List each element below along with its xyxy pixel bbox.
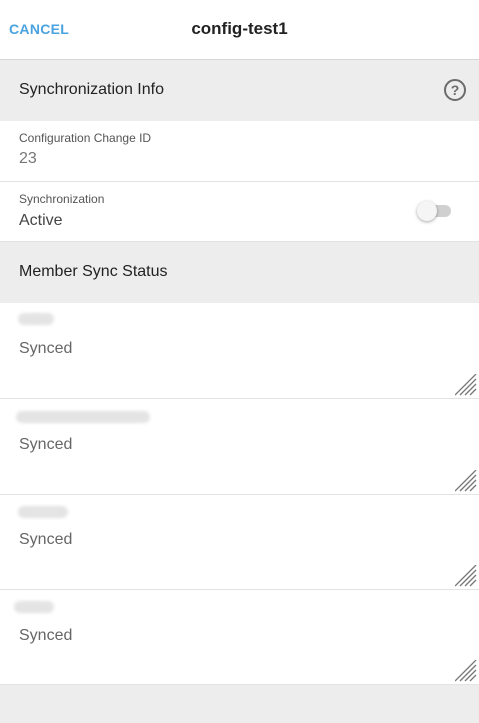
- toggle-thumb: [417, 201, 437, 221]
- member-status: Synced: [19, 627, 73, 644]
- page-title: config-test1: [191, 19, 288, 38]
- resize-grip-icon[interactable]: [455, 660, 477, 682]
- member-sync-section-header: Member Sync Status: [0, 242, 479, 303]
- sync-info-section-header: Synchronization Info: [0, 60, 479, 121]
- config-change-id-value: 23: [19, 150, 37, 167]
- member-status: Synced: [19, 340, 73, 357]
- member-name-redacted: [18, 506, 68, 518]
- synchronization-label: Synchronization: [19, 192, 105, 206]
- synchronization-toggle[interactable]: [417, 201, 453, 221]
- member-card: Synced: [0, 399, 479, 495]
- member-name-redacted: [18, 313, 54, 325]
- member-card: Synced: [0, 303, 479, 399]
- resize-grip-icon[interactable]: [455, 470, 477, 492]
- section-title: Member Sync Status: [19, 263, 168, 280]
- member-name-redacted: [14, 601, 54, 613]
- synchronization-value: Active: [19, 212, 63, 229]
- resize-grip-icon[interactable]: [455, 565, 477, 587]
- member-name-redacted: [16, 411, 150, 423]
- synchronization-row: Synchronization Active: [0, 182, 479, 242]
- config-change-id-label: Configuration Change ID: [19, 131, 152, 145]
- section-title: Synchronization Info: [19, 81, 164, 98]
- member-status: Synced: [19, 436, 73, 453]
- config-change-id-row: Configuration Change ID 23: [0, 121, 479, 182]
- member-status: Synced: [19, 531, 73, 548]
- top-bar: CANCEL config-test1: [0, 0, 479, 60]
- member-card: Synced: [0, 590, 479, 685]
- member-card: Synced: [0, 495, 479, 590]
- help-circle-icon[interactable]: ?: [444, 79, 466, 101]
- resize-grip-icon[interactable]: [455, 374, 477, 396]
